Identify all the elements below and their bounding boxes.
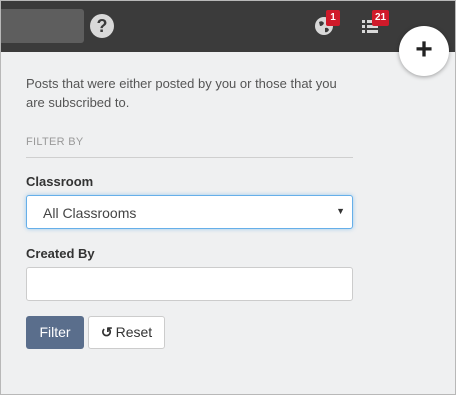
search-box[interactable] (0, 9, 84, 43)
add-post-button[interactable]: + (399, 26, 449, 76)
reset-button-label: Reset (115, 324, 153, 340)
created-by-input[interactable] (26, 267, 353, 301)
reset-button[interactable]: ↺ Reset (88, 316, 165, 349)
filter-by-heading: FILTER BY (26, 136, 84, 148)
top-navigation-bar: ? 1 21 (0, 0, 456, 52)
classroom-select[interactable]: All Classrooms ▼ (26, 195, 353, 229)
question-circle-icon[interactable]: ? (90, 14, 114, 38)
classroom-select-value: All Classrooms (43, 205, 137, 221)
undo-icon: ↺ (100, 324, 113, 340)
filter-button[interactable]: Filter (26, 316, 84, 349)
created-by-label: Created By (26, 246, 95, 261)
plus-icon: + (415, 33, 433, 66)
page-description: Posts that were either posted by you or … (26, 76, 337, 110)
divider (26, 157, 353, 158)
classroom-label: Classroom (26, 174, 94, 189)
task-count-badge: 21 (372, 10, 390, 26)
notification-badge: 1 (326, 10, 340, 26)
chevron-down-icon: ▼ (336, 206, 345, 216)
